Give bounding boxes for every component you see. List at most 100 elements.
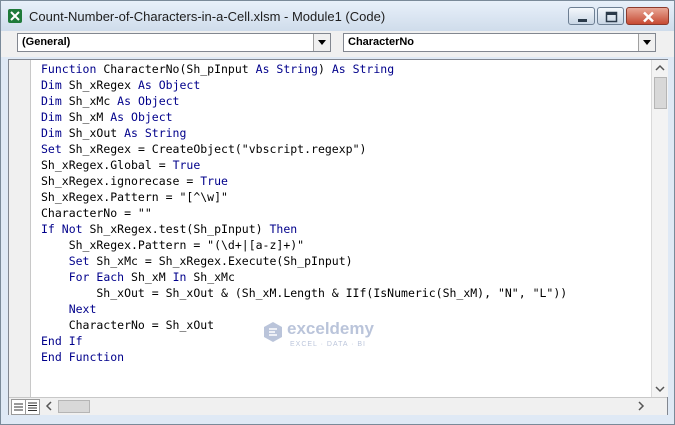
code-keyword: As String [124, 126, 187, 140]
code-keyword: As Object [110, 110, 173, 124]
vbe-code-window: Count-Number-of-Characters-in-a-Cell.xls… [0, 0, 675, 425]
procedure-dropdown[interactable]: CharacterNo [343, 33, 656, 52]
code-line[interactable]: Set Sh_xMc = Sh_xRegex.Execute(Sh_pInput… [41, 253, 651, 269]
window-title: Count-Number-of-Characters-in-a-Cell.xls… [29, 9, 386, 24]
code-keyword: Dim [41, 78, 69, 92]
scroll-up-button[interactable] [652, 60, 668, 76]
procedure-dropdown-arrow[interactable] [638, 34, 655, 51]
full-module-view-button[interactable] [25, 399, 40, 415]
code-line[interactable]: Set Sh_xRegex = CreateObject("vbscript.r… [41, 141, 651, 157]
code-text: ) [317, 62, 332, 76]
chevron-down-icon [318, 40, 326, 45]
code-keyword: End Function [41, 350, 125, 364]
code-line[interactable]: CharacterNo = "" [41, 205, 651, 221]
code-keyword: True [200, 174, 228, 188]
code-keyword: Dim [41, 126, 69, 140]
code-text: Sh_xMc [68, 94, 118, 108]
minimize-button[interactable] [568, 7, 595, 25]
procedure-view-icon [14, 403, 23, 411]
maximize-icon [605, 11, 618, 23]
code-line[interactable]: Sh_xRegex.Pattern = "(\d+|[a-z]+)" [41, 237, 651, 253]
code-text: Sh_xRegex.ignorecase = [41, 174, 201, 188]
code-window-toolbar: (General) CharacterNo [1, 31, 674, 57]
code-text: Sh_xRegex.Global = [41, 158, 173, 172]
code-text: Sh_xOut = Sh_xOut & (Sh_xM.Length & IIf(… [41, 286, 568, 300]
code-text: Sh_xRegex [68, 78, 138, 92]
title-bar[interactable]: Count-Number-of-Characters-in-a-Cell.xls… [1, 1, 674, 31]
code-text: Sh_xOut [68, 126, 125, 140]
excel-app-icon [7, 8, 23, 24]
code-text: Sh_xMc = Sh_xRegex.Execute(Sh_pInput) [96, 254, 353, 268]
exceldemy-watermark: exceldemy EXCEL · DATA · BI [263, 319, 423, 359]
code-line[interactable]: Dim Sh_xRegex As Object [41, 77, 651, 93]
code-line[interactable]: Dim Sh_xM As Object [41, 109, 651, 125]
code-keyword: As String [331, 62, 395, 76]
watermark-name: exceldemy [287, 319, 374, 338]
code-line[interactable]: Sh_xRegex.ignorecase = True [41, 173, 651, 189]
vertical-scrollbar[interactable] [651, 60, 668, 397]
code-keyword: In [172, 270, 194, 284]
exceldemy-logo-icon [264, 322, 282, 342]
code-keyword: For Each [68, 270, 132, 284]
procedure-dropdown-value: CharacterNo [348, 36, 415, 48]
code-keyword: Function [41, 62, 104, 76]
code-text: Sh_xM [131, 270, 173, 284]
code-text: Sh_xMc [193, 270, 235, 284]
code-line[interactable]: If Not Sh_xRegex.test(Sh_pInput) Then [41, 221, 651, 237]
object-dropdown[interactable]: (General) [17, 33, 331, 52]
size-grip[interactable] [651, 398, 667, 414]
code-text: Sh_xRegex.Pattern = "(\d+|[a-z]+)" [41, 238, 305, 252]
code-line[interactable]: For Each Sh_xM In Sh_xMc [41, 269, 651, 285]
scroll-right-button[interactable] [633, 398, 649, 414]
code-keyword: Dim [41, 94, 69, 108]
code-text: Sh_xRegex.test(Sh_pInput) [89, 222, 270, 236]
code-line[interactable]: Dim Sh_xOut As String [41, 125, 651, 141]
chevron-down-icon [643, 40, 651, 45]
code-keyword: Next [68, 302, 97, 316]
code-line[interactable]: Sh_xRegex.Pattern = "[^\w]" [41, 189, 651, 205]
code-text: CharacterNo(Sh_pInput [103, 62, 256, 76]
procedure-view-button[interactable] [11, 399, 26, 415]
maximize-button[interactable] [597, 7, 624, 25]
code-keyword: As Object [117, 94, 180, 108]
object-dropdown-arrow[interactable] [313, 34, 330, 51]
watermark-tagline: EXCEL · DATA · BI [290, 341, 366, 348]
code-keyword: Set [41, 142, 69, 156]
code-line[interactable]: Sh_xOut = Sh_xOut & (Sh_xM.Length & IIf(… [41, 285, 651, 301]
code-keyword: Then [269, 222, 298, 236]
code-line[interactable]: Sh_xRegex.Global = True [41, 157, 651, 173]
close-button[interactable] [626, 7, 669, 25]
code-keyword: As String [255, 62, 318, 76]
code-editor[interactable]: Function CharacterNo(Sh_pInput As String… [8, 59, 668, 415]
bottom-bar [9, 397, 667, 415]
scroll-left-icon [45, 401, 52, 411]
code-line[interactable]: Next [41, 301, 651, 317]
code-text: Sh_xRegex = CreateObject("vbscript.regex… [68, 142, 367, 156]
scroll-left-button[interactable] [41, 398, 57, 414]
code-keyword: End If [41, 334, 83, 348]
code-line[interactable]: Dim Sh_xMc As Object [41, 93, 651, 109]
margin-indicator-bar[interactable] [9, 60, 31, 397]
code-keyword: As Object [137, 78, 201, 92]
object-dropdown-value: (General) [22, 36, 71, 48]
code-line[interactable]: Function CharacterNo(Sh_pInput As String… [41, 61, 651, 77]
full-module-view-icon [28, 402, 37, 411]
scroll-right-icon [638, 401, 645, 411]
close-icon [643, 11, 654, 23]
code-keyword: Set [68, 254, 97, 268]
minimize-icon [578, 19, 587, 22]
horizontal-scroll-thumb[interactable] [58, 400, 90, 413]
code-text: Sh_xRegex.Pattern = "[^\w]" [41, 190, 228, 204]
code-keyword: Dim [41, 110, 69, 124]
code-text: Sh_xM [68, 110, 111, 124]
code-text: CharacterNo = "" [41, 206, 152, 220]
code-keyword: True [172, 158, 201, 172]
code-keyword: If Not [41, 222, 90, 236]
scroll-down-button[interactable] [652, 381, 668, 397]
scroll-down-icon [655, 386, 665, 393]
scroll-up-icon [655, 64, 665, 71]
vertical-scroll-thumb[interactable] [654, 77, 667, 109]
